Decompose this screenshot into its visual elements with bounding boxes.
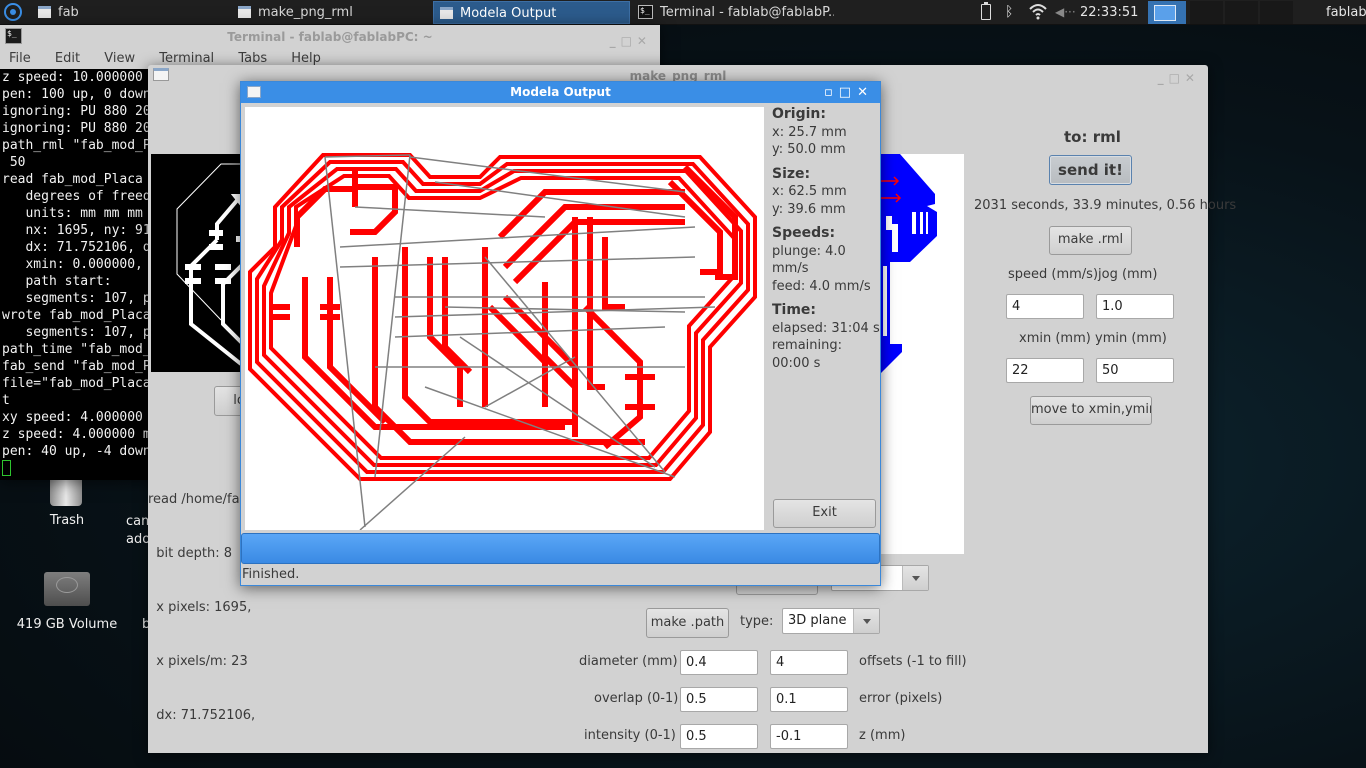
volume-icon[interactable]: ◀··· — [1055, 4, 1076, 20]
workspace-3[interactable] — [1225, 1, 1258, 24]
window-icon — [238, 6, 251, 18]
terminal-cursor — [2, 460, 11, 476]
type-select[interactable]: 3D plane — [782, 608, 880, 634]
menu-tabs[interactable]: Tabs — [238, 51, 267, 66]
toolpath-trace — [487, 304, 548, 407]
diameter-input[interactable] — [680, 650, 758, 675]
window-icon — [247, 86, 261, 98]
terminal-titlebar[interactable]: $_ Terminal - fablab@fablabPC: ~ _□✕ — [0, 25, 660, 49]
window-icon — [153, 68, 169, 81]
battery-icon[interactable] — [981, 2, 991, 20]
speed-input[interactable] — [1006, 294, 1084, 319]
chevron-down-icon[interactable] — [902, 566, 928, 590]
speeds-heading: Speeds: — [772, 225, 836, 241]
travel-move — [354, 206, 546, 218]
bluetooth-icon[interactable]: ᛒ — [1005, 4, 1013, 20]
window-icon — [38, 6, 51, 18]
toolpath-trace — [302, 277, 565, 430]
send-it-button[interactable]: send it! — [1049, 155, 1132, 185]
xmin-label: xmin (mm) — [1019, 331, 1091, 346]
travel-move — [484, 356, 576, 408]
xmin-input[interactable] — [1006, 358, 1084, 383]
task-make-png-rml[interactable]: make_png_rml — [232, 1, 427, 24]
progress-bar — [241, 533, 880, 564]
size-heading: Size: — [772, 165, 811, 182]
rml-preview — [880, 154, 964, 554]
z-label: z (mm) — [859, 728, 906, 743]
travel-move — [339, 226, 696, 248]
time-heading: Time: — [772, 302, 817, 318]
status-text: Finished. — [242, 567, 300, 582]
intensity-label: intensity (0-1) — [584, 728, 676, 743]
workspace-2[interactable] — [1190, 1, 1223, 24]
overlap-input[interactable] — [680, 687, 758, 712]
task-fab[interactable]: fab — [32, 1, 222, 24]
ymin-label: ymin (mm) — [1095, 331, 1167, 346]
exit-button[interactable]: Exit — [773, 499, 876, 528]
error-label: error (pixels) — [859, 691, 943, 706]
type-label: type: — [740, 614, 774, 629]
terminal-icon: $_ — [5, 28, 22, 44]
maximize-icon[interactable]: □ — [839, 85, 857, 100]
window-controls[interactable]: _□✕ — [1158, 67, 1200, 89]
make-rml-button[interactable]: make .rml — [1049, 226, 1132, 255]
menu-help[interactable]: Help — [291, 51, 321, 66]
task-modela-output[interactable]: Modela Output — [433, 1, 630, 24]
toolpath-drawing — [248, 153, 757, 530]
desktop-icon-volume[interactable]: 419 GB Volume — [14, 617, 120, 632]
window-controls[interactable]: _□✕ — [610, 29, 652, 53]
plunge-speed: plunge: 4.0 mm/s — [772, 243, 846, 277]
move-to-xmin-ymin-button[interactable]: move to xmin,ymin — [1030, 396, 1152, 425]
error-input[interactable] — [770, 687, 848, 712]
overlap-label: overlap (0-1) — [594, 691, 679, 706]
menu-terminal[interactable]: Terminal — [159, 51, 214, 66]
feed-speed: feed: 4.0 mm/s — [772, 278, 871, 294]
diameter-label: diameter (mm) — [579, 654, 678, 669]
workspace-1[interactable] — [1148, 1, 1186, 24]
menu-edit[interactable]: Edit — [55, 51, 80, 66]
minimize-icon[interactable]: ▫ — [824, 85, 839, 100]
clock[interactable]: 22:33:51 — [1080, 0, 1138, 25]
taskbar: fab make_png_rml Modela Output $_ Termin… — [0, 0, 1366, 25]
modela-output-window: Modela Output ▫□✕ Origin: x: 25.7 mm y: … — [240, 81, 881, 586]
jog-label: jog (mm) — [1098, 267, 1158, 282]
chevron-down-icon[interactable] — [853, 609, 879, 633]
toolpath-canvas — [245, 107, 764, 530]
target-label: to: rml — [1064, 128, 1121, 146]
intensity-input[interactable] — [680, 724, 758, 749]
size-x: x: 62.5 mm — [772, 184, 847, 199]
size-y: y: 39.6 mm — [772, 201, 846, 217]
window-icon — [440, 7, 453, 19]
travel-move — [459, 336, 656, 468]
task-terminal[interactable]: $_ Terminal - fablab@fablabP... — [634, 1, 834, 24]
app-menu-icon[interactable] — [4, 3, 22, 21]
modela-titlebar[interactable]: Modela Output ▫□✕ — [241, 82, 880, 103]
origin-x: x: 25.7 mm — [772, 124, 847, 140]
hard-drive-icon[interactable] — [44, 572, 90, 606]
offsets-input[interactable] — [770, 650, 848, 675]
make-path-button[interactable]: make .path — [646, 608, 729, 638]
jog-input[interactable] — [1096, 294, 1174, 319]
time-estimate: 2031 seconds, 33.9 minutes, 0.56 hours — [974, 198, 1237, 213]
speed-label: speed (mm/s) — [1008, 267, 1099, 282]
travel-move — [394, 326, 666, 338]
workspace-4[interactable] — [1260, 1, 1293, 24]
user-label[interactable]: fablab — [1326, 0, 1366, 25]
terminal-icon: $_ — [638, 5, 653, 19]
origin-y: y: 50.0 mm — [772, 142, 846, 157]
ymin-input[interactable] — [1096, 358, 1174, 383]
elapsed-time: elapsed: 31:04 s — [772, 320, 880, 336]
offsets-label: offsets (-1 to fill) — [859, 654, 967, 669]
close-icon[interactable]: ✕ — [857, 85, 874, 100]
job-info-panel: Origin: x: 25.7 mm y: 50.0 mm Size: x: 6… — [772, 106, 880, 372]
menu-view[interactable]: View — [104, 51, 135, 66]
menu-file[interactable]: File — [9, 51, 31, 66]
desktop-icon-trash[interactable]: Trash — [40, 513, 94, 528]
origin-heading: Origin: — [772, 106, 826, 122]
wifi-icon[interactable] — [1028, 2, 1048, 24]
trash-icon[interactable] — [50, 478, 82, 506]
remaining-time: remaining: 00:00 s — [772, 338, 843, 371]
z-input[interactable] — [770, 724, 848, 749]
